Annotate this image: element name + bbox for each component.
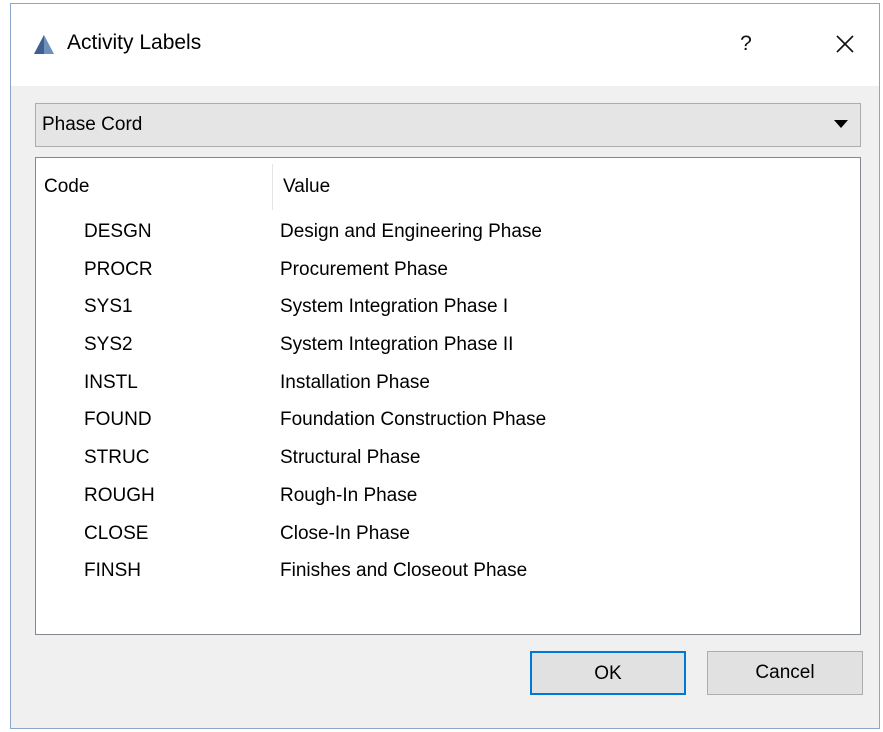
row-value: System Integration Phase II — [280, 334, 514, 356]
chevron-down-icon — [832, 117, 850, 131]
activity-labels-dialog: Activity Labels ? Phase Cord Code Value … — [10, 3, 880, 729]
list-rows: DESGN Design and Engineering Phase PROCR… — [36, 216, 860, 593]
list-item[interactable]: PROCR Procurement Phase — [36, 254, 860, 292]
activity-code-dropdown[interactable]: Phase Cord — [35, 103, 861, 147]
column-header-code[interactable]: Code — [44, 176, 89, 198]
row-value: System Integration Phase I — [280, 296, 509, 318]
row-code: DESGN — [84, 221, 152, 242]
cancel-button[interactable]: Cancel — [707, 651, 863, 695]
row-code: PROCR — [84, 258, 153, 280]
row-code: STRUC — [84, 447, 150, 469]
app-icon — [33, 34, 55, 56]
list-item[interactable]: SYS2 System Integration Phase II — [36, 329, 860, 367]
row-value: Close-In Phase — [280, 522, 410, 544]
row-value: Rough-In Phase — [280, 484, 418, 506]
row-code: ROUGH — [84, 484, 155, 506]
list-item[interactable]: STRUC Structural Phase — [36, 442, 860, 480]
close-icon[interactable] — [827, 26, 863, 62]
row-value: Installation Phase — [280, 371, 430, 393]
row-value: Finishes and Closeout Phase — [280, 560, 528, 582]
column-divider[interactable] — [272, 164, 273, 210]
window-title: Activity Labels — [67, 31, 202, 54]
ok-button[interactable]: OK — [530, 651, 686, 695]
row-value: Design and Engineering Phase — [280, 221, 542, 242]
column-header-value[interactable]: Value — [283, 176, 330, 198]
help-button[interactable]: ? — [731, 26, 761, 62]
list-header: Code Value — [36, 158, 860, 210]
row-code: FINSH — [84, 560, 141, 582]
row-code: INSTL — [84, 371, 138, 393]
title-bar: Activity Labels ? — [11, 4, 879, 86]
list-item[interactable]: ROUGH Rough-In Phase — [36, 480, 860, 518]
list-item[interactable]: CLOSE Close-In Phase — [36, 518, 860, 556]
list-item[interactable]: SYS1 System Integration Phase I — [36, 291, 860, 329]
list-item[interactable]: INSTL Installation Phase — [36, 367, 860, 405]
row-value: Foundation Construction Phase — [280, 409, 547, 431]
row-code: CLOSE — [84, 522, 149, 544]
labels-list[interactable]: Code Value DESGN Design and Engineering … — [35, 157, 861, 635]
row-value: Procurement Phase — [280, 258, 448, 280]
list-item[interactable]: FOUND Foundation Construction Phase — [36, 404, 860, 442]
row-code: SYS1 — [84, 296, 133, 318]
row-value: Structural Phase — [280, 447, 421, 469]
row-code: FOUND — [84, 409, 152, 431]
list-item[interactable]: DESGN Design and Engineering Phase — [36, 216, 860, 254]
dropdown-selected-value: Phase Cord — [42, 114, 143, 135]
list-item[interactable]: FINSH Finishes and Closeout Phase — [36, 555, 860, 593]
row-code: SYS2 — [84, 334, 133, 356]
